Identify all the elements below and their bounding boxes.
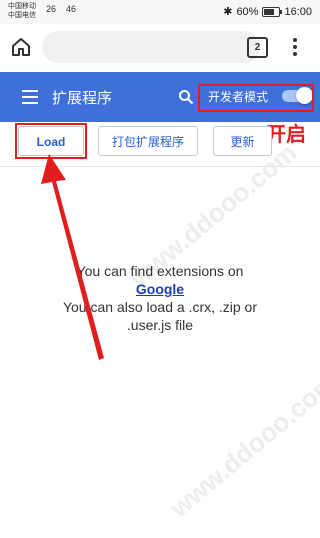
signal-1: 26 <box>46 4 57 14</box>
clock: 16:00 <box>284 5 312 18</box>
home-icon[interactable] <box>10 36 32 58</box>
update-button[interactable]: 更新 <box>213 126 272 156</box>
carrier-1: 中国移动 <box>8 3 36 10</box>
carrier-info: 中国移动 中国电信 <box>8 2 36 20</box>
page-title: 扩展程序 <box>52 90 113 107</box>
battery-percent: 60% <box>236 5 259 18</box>
status-right: ✱ 60% 16:00 <box>223 5 312 19</box>
empty-line-1: You can find extensions on <box>76 263 244 279</box>
search-icon[interactable] <box>178 89 194 105</box>
bluetooth-icon: ✱ <box>223 6 233 18</box>
status-bar: 中国移动 中国电信 26 46 ✱ 60% 16:00 <box>0 0 320 24</box>
tab-switcher-button[interactable]: 2 <box>247 37 268 58</box>
browser-toolbar: 2 <box>0 24 320 70</box>
watermark: www.ddooo.com <box>164 367 320 524</box>
hamburger-menu-icon[interactable] <box>22 90 38 104</box>
load-highlight-box <box>15 123 87 159</box>
pack-extension-button[interactable]: 打包扩展程序 <box>98 126 198 156</box>
carrier-2: 中国电信 <box>8 12 36 19</box>
signal-2: 46 <box>66 4 77 14</box>
url-bar[interactable] <box>42 31 260 63</box>
empty-state: You can find extensions on Google You ca… <box>30 262 290 334</box>
more-menu-icon[interactable] <box>290 36 300 58</box>
toggle-highlight-box <box>198 84 314 112</box>
empty-line-2: You can also load a .crx, .zip or <box>62 299 258 315</box>
empty-line-3: .user.js file <box>126 317 194 333</box>
battery-icon <box>262 6 283 17</box>
google-link[interactable]: Google <box>136 281 184 297</box>
